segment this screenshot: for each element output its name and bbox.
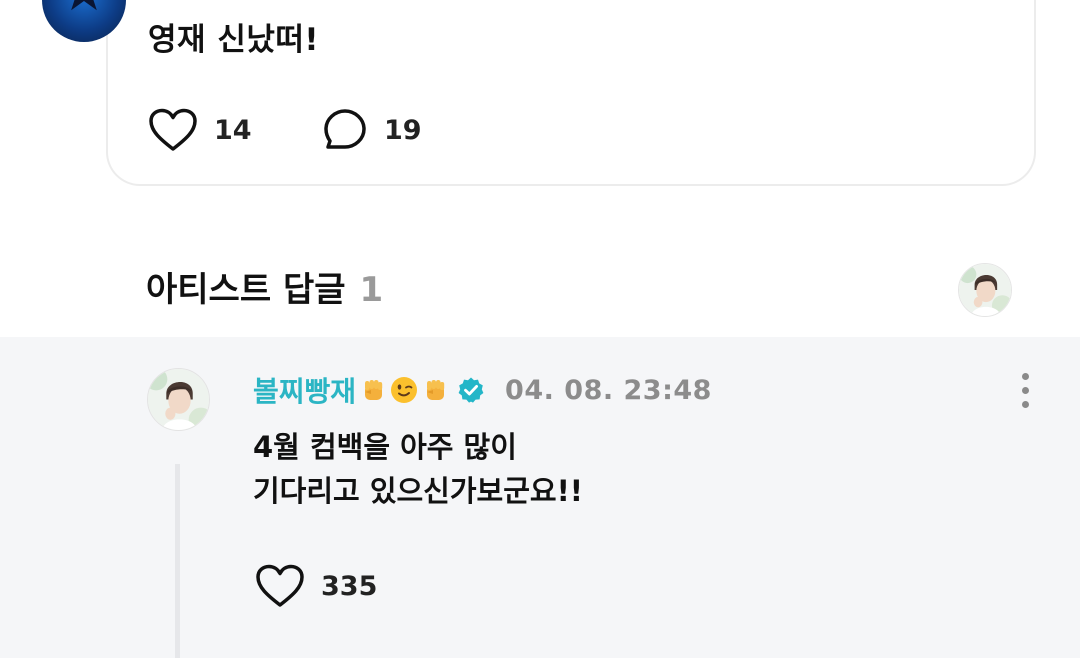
reply-author-portrait-image [148,369,209,430]
post-comment-count: 19 [384,114,422,146]
reply-like-button[interactable]: 335 [255,564,377,608]
reply-text-line: 4월 컴백을 아주 많이 [253,430,517,464]
post-like-count: 14 [214,114,252,146]
reply-text-line: 기다리고 있으신가보군요!! [253,474,584,508]
raised-fist-emoji [427,380,445,400]
artist-replies-count: 1 [359,270,384,310]
reply-like-count: 335 [321,570,378,602]
verified-badge-icon [458,377,484,403]
reply-text: 4월 컴백을 아주 많이 기다리고 있으신가보군요!! [253,425,583,513]
reply-header: 볼찌빵재 04. 08. 23:48 [253,370,712,410]
heart-outline-icon [256,564,304,607]
post-like-button[interactable]: 14 [148,108,252,152]
artist-portrait-image [959,264,1011,316]
artist-replies-header: 아티스트 답글 1 [146,262,383,311]
vertical-dots-icon [1022,373,1029,380]
reply-username[interactable]: 볼찌빵재 [253,370,356,410]
reply-timestamp: 04. 08. 23:48 [505,374,712,406]
winking-face-emoji [391,377,418,403]
post-comment-button[interactable]: 19 [322,108,422,152]
reply-author-avatar[interactable] [147,368,210,431]
thread-line [175,464,180,658]
star-icon: ★ [56,0,112,20]
speech-bubble-icon [324,109,366,149]
artist-avatar[interactable] [958,263,1012,317]
heart-outline-icon [149,108,197,151]
more-options-button[interactable] [1015,373,1037,409]
post-text: 영재 신났떠! [148,22,320,58]
artist-replies-title: 아티스트 답글 [146,270,346,310]
raised-fist-emoji [365,380,383,400]
